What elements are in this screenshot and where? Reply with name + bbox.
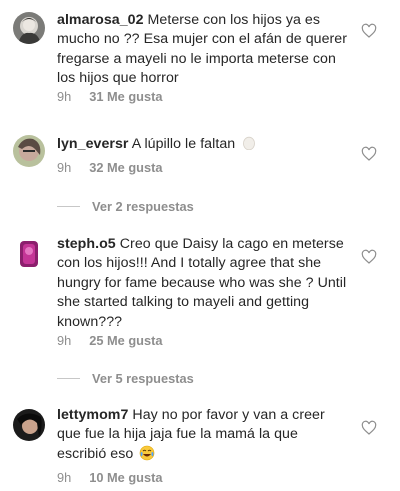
likes-count[interactable]: 10 Me gusta xyxy=(89,470,162,485)
heart-icon[interactable] xyxy=(361,249,377,265)
avatar[interactable] xyxy=(13,135,45,167)
profile-photo-icon xyxy=(13,12,45,44)
reply-divider xyxy=(57,378,80,379)
heart-icon[interactable] xyxy=(361,23,377,39)
egg-emoji-icon xyxy=(243,136,256,151)
view-replies-button[interactable]: Ver 2 respuestas xyxy=(57,199,194,214)
profile-photo-icon xyxy=(13,409,45,441)
comment-time: 9h xyxy=(57,89,72,104)
avatar[interactable] xyxy=(13,409,45,441)
heart-icon[interactable] xyxy=(361,420,377,436)
comment-meta: 9h 10 Me gusta xyxy=(57,470,163,485)
comment-text: lettymom7 Hay no por favor y van a creer… xyxy=(57,406,349,464)
comment-body: A lúpillo le faltan xyxy=(131,136,236,152)
comment-time: 9h xyxy=(57,333,72,348)
heart-icon[interactable] xyxy=(361,146,377,162)
tears-of-joy-emoji-icon xyxy=(140,445,155,461)
comment-text: almarosa_02 Meterse con los hijos ya es … xyxy=(57,11,349,89)
profile-photo-icon xyxy=(13,238,45,270)
avatar[interactable] xyxy=(13,238,45,270)
reply-divider xyxy=(57,206,80,207)
comment-text: steph.o5 Creo que Daisy la cago en meter… xyxy=(57,235,349,332)
likes-count[interactable]: 25 Me gusta xyxy=(89,333,162,348)
likes-count[interactable]: 32 Me gusta xyxy=(89,160,162,175)
comment-username[interactable]: steph.o5 xyxy=(57,236,116,252)
view-replies-label: Ver 2 respuestas xyxy=(92,199,194,214)
view-replies-label: Ver 5 respuestas xyxy=(92,371,194,386)
comment-username[interactable]: almarosa_02 xyxy=(57,12,144,28)
comment-time: 9h xyxy=(57,160,72,175)
comment-meta: 9h 25 Me gusta xyxy=(57,333,163,348)
comment-meta: 9h 31 Me gusta xyxy=(57,89,163,104)
comment-meta: 9h 32 Me gusta xyxy=(57,160,163,175)
view-replies-button[interactable]: Ver 5 respuestas xyxy=(57,371,194,386)
profile-photo-icon xyxy=(13,135,45,167)
likes-count[interactable]: 31 Me gusta xyxy=(89,89,162,104)
comment-username[interactable]: lettymom7 xyxy=(57,407,128,423)
comment-username[interactable]: lyn_eversr xyxy=(57,136,129,152)
comment-text: lyn_eversr A lúpillo le faltan xyxy=(57,135,349,154)
comment-time: 9h xyxy=(57,470,72,485)
avatar[interactable] xyxy=(13,12,45,44)
